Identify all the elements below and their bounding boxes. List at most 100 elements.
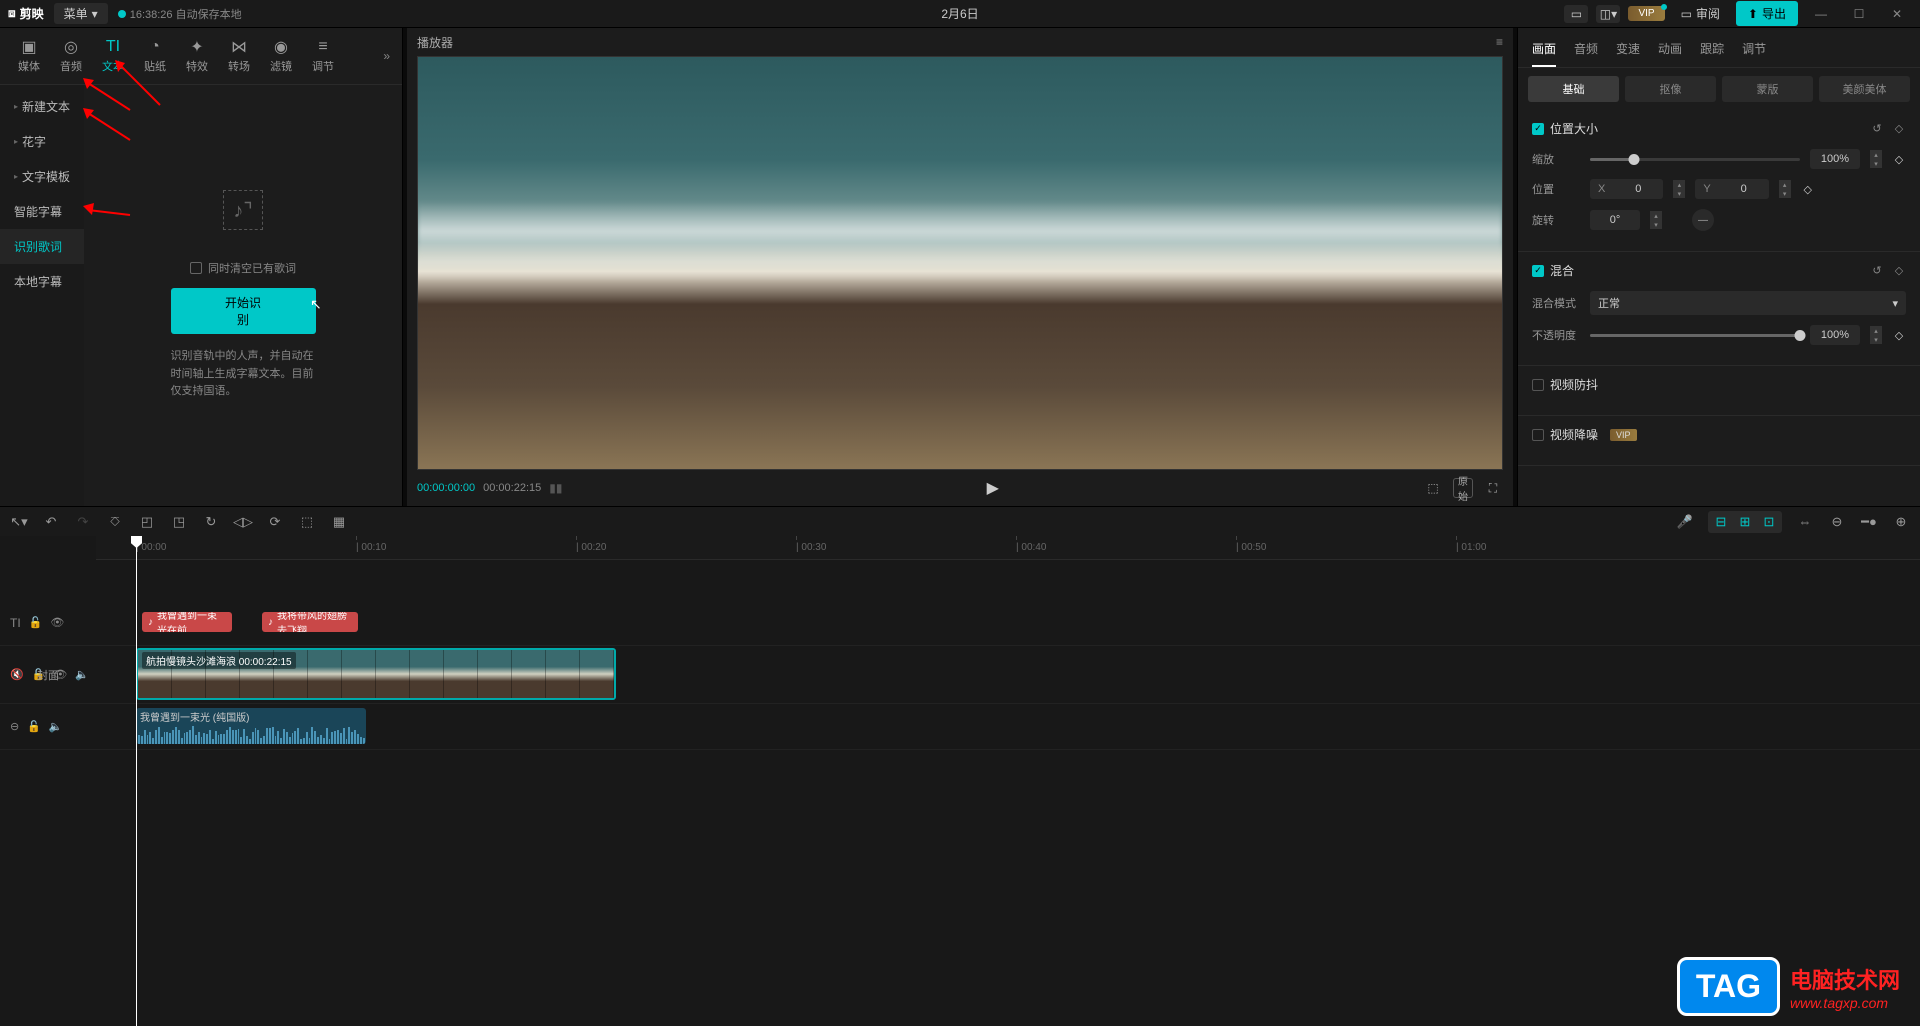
reset-icon[interactable]: ↺ xyxy=(1870,122,1884,136)
delete-left-button[interactable]: ◰ xyxy=(138,513,156,531)
tab-media[interactable]: ▣媒体 xyxy=(8,34,50,78)
opacity-down[interactable]: ▾ xyxy=(1870,335,1882,344)
cursor-tool[interactable]: ↖▾ xyxy=(10,513,28,531)
subtab-beauty[interactable]: 美颜美体 xyxy=(1819,76,1910,102)
opacity-slider[interactable] xyxy=(1590,334,1800,337)
split-button[interactable]: ⎏ xyxy=(106,513,124,531)
volume-bars-icon[interactable]: ▮▮ xyxy=(549,481,562,495)
layout-icon-2[interactable]: ◫▾ xyxy=(1596,5,1620,23)
start-recognize-button[interactable]: 开始识别 xyxy=(171,288,316,334)
magnet-icon[interactable]: ⊟ xyxy=(1712,513,1730,531)
rotate-button[interactable]: ⟳ xyxy=(266,513,284,531)
zoom-fit-icon[interactable]: ⊕ xyxy=(1892,513,1910,531)
position-check-icon[interactable]: ✓ xyxy=(1532,123,1544,135)
loop-button[interactable]: ↻ xyxy=(202,513,220,531)
sidebar-local-subtitle[interactable]: 本地字幕 xyxy=(0,264,84,299)
tab-text[interactable]: TI文本 xyxy=(92,34,134,78)
sidebar-new-text[interactable]: 新建文本 xyxy=(0,89,84,124)
eye-icon[interactable]: 👁 xyxy=(50,616,64,629)
opacity-input[interactable] xyxy=(1810,325,1860,345)
close-button[interactable]: ✕ xyxy=(1882,4,1912,24)
zoom-slider-icon[interactable]: ━● xyxy=(1860,513,1878,531)
y-down[interactable]: ▾ xyxy=(1779,189,1791,198)
pos-x-input[interactable] xyxy=(1613,179,1663,199)
lock-icon[interactable]: 🔓 xyxy=(29,616,43,629)
lock-icon[interactable]: 🔓 xyxy=(27,720,41,733)
tab-sticker[interactable]: ◔贴纸 xyxy=(134,34,176,78)
rotation-dial[interactable]: — xyxy=(1692,209,1714,231)
sidebar-fancy-text[interactable]: 花字 xyxy=(0,124,84,159)
inspector-tab-audio[interactable]: 音频 xyxy=(1574,40,1598,57)
smart-button[interactable]: ▦ xyxy=(330,513,348,531)
stabilize-checkbox[interactable] xyxy=(1532,379,1544,391)
subtab-basic[interactable]: 基础 xyxy=(1528,76,1619,102)
minimize-button[interactable]: — xyxy=(1806,4,1836,24)
x-up[interactable]: ▴ xyxy=(1673,180,1685,189)
inspector-tab-tracking[interactable]: 跟踪 xyxy=(1700,40,1724,57)
blend-reset-icon[interactable]: ↺ xyxy=(1870,264,1884,278)
denoise-checkbox[interactable] xyxy=(1532,429,1544,441)
pos-y-input[interactable] xyxy=(1719,179,1769,199)
preview-icon[interactable]: ⊡ xyxy=(1760,513,1778,531)
tab-audio[interactable]: ◎音频 xyxy=(50,34,92,78)
tab-effect[interactable]: ✦特效 xyxy=(176,34,218,78)
audio-collapse-icon[interactable]: ⊖ xyxy=(10,720,19,733)
inspector-tab-speed[interactable]: 变速 xyxy=(1616,40,1640,57)
screenshot-icon[interactable]: ⬚ xyxy=(1423,478,1443,498)
maximize-button[interactable]: ☐ xyxy=(1844,4,1874,24)
zoom-out-icon[interactable]: ⊖ xyxy=(1828,513,1846,531)
x-down[interactable]: ▾ xyxy=(1673,189,1685,198)
export-button[interactable]: ⬆ 导出 xyxy=(1736,1,1798,26)
tab-transition[interactable]: ⋈转场 xyxy=(218,34,260,78)
scale-down[interactable]: ▾ xyxy=(1870,159,1882,168)
opacity-up[interactable]: ▴ xyxy=(1870,326,1882,335)
expand-tabs-button[interactable]: » xyxy=(379,45,394,67)
blend-check-icon[interactable]: ✓ xyxy=(1532,265,1544,277)
rotation-input[interactable] xyxy=(1590,210,1640,230)
vip-badge[interactable]: VIP xyxy=(1628,6,1664,21)
rot-down[interactable]: ▾ xyxy=(1650,220,1662,229)
track-height-icon[interactable]: ⇔ xyxy=(1796,513,1814,531)
video-preview[interactable] xyxy=(417,56,1503,470)
scale-input[interactable] xyxy=(1810,149,1860,169)
fullscreen-icon[interactable]: ⛶ xyxy=(1483,478,1503,498)
ratio-badge[interactable]: 原始 xyxy=(1453,478,1473,498)
tab-adjust[interactable]: ≡调节 xyxy=(302,34,344,78)
audio-clip[interactable]: 我曾遇到一束光 (纯国版) xyxy=(136,708,366,744)
mirror-button[interactable]: ◁▷ xyxy=(234,513,252,531)
video-clip[interactable]: 航拍慢镜头沙滩海浪 00:00:22:15 xyxy=(136,648,616,700)
audio-vol-icon[interactable]: 🔈 xyxy=(49,720,63,733)
text-clip[interactable]: ♪我曾遇到一束光在前 xyxy=(142,612,232,632)
delete-right-button[interactable]: ◳ xyxy=(170,513,188,531)
blend-keyframe-icon[interactable]: ◇ xyxy=(1892,264,1906,278)
y-up[interactable]: ▴ xyxy=(1779,180,1791,189)
timeline-ruler[interactable]: | 00:00| 00:10| 00:20| 00:30| 00:40| 00:… xyxy=(96,536,1920,560)
opacity-keyframe[interactable]: ◇ xyxy=(1892,328,1906,342)
redo-button[interactable]: ↷ xyxy=(74,513,92,531)
inspector-tab-video[interactable]: 画面 xyxy=(1532,40,1556,67)
inspector-tab-adjust[interactable]: 调节 xyxy=(1742,40,1766,57)
subtab-cutout[interactable]: 抠像 xyxy=(1625,76,1716,102)
rot-up[interactable]: ▴ xyxy=(1650,211,1662,220)
blend-mode-select[interactable]: 正常▾ xyxy=(1590,291,1906,315)
scale-keyframe[interactable]: ◇ xyxy=(1892,152,1906,166)
undo-button[interactable]: ↶ xyxy=(42,513,60,531)
menu-button[interactable]: 菜单 ▾ xyxy=(54,3,108,24)
tab-filter[interactable]: ◉滤镜 xyxy=(260,34,302,78)
review-button[interactable]: ▭ 审阅 xyxy=(1673,3,1728,24)
sidebar-recognize-lyrics[interactable]: 识别歌词 xyxy=(0,229,84,264)
keyframe-icon[interactable]: ◇ xyxy=(1892,122,1906,136)
scale-slider[interactable] xyxy=(1590,158,1800,161)
pos-keyframe[interactable]: ◇ xyxy=(1801,182,1815,196)
subtab-mask[interactable]: 蒙版 xyxy=(1722,76,1813,102)
sidebar-text-template[interactable]: 文字模板 xyxy=(0,159,84,194)
sidebar-smart-subtitle[interactable]: 智能字幕 xyxy=(0,194,84,229)
play-button[interactable]: ▶ xyxy=(987,478,999,498)
clear-lyrics-checkbox[interactable] xyxy=(190,262,202,274)
player-menu-icon[interactable]: ≡ xyxy=(1496,35,1503,49)
scale-up[interactable]: ▴ xyxy=(1870,150,1882,159)
layout-icon-1[interactable]: ▭ xyxy=(1564,5,1588,23)
crop-button[interactable]: ⬚ xyxy=(298,513,316,531)
text-clip[interactable]: ♪我将带风的翅膀去飞翔 xyxy=(262,612,358,632)
link-icon[interactable]: ⊞ xyxy=(1736,513,1754,531)
